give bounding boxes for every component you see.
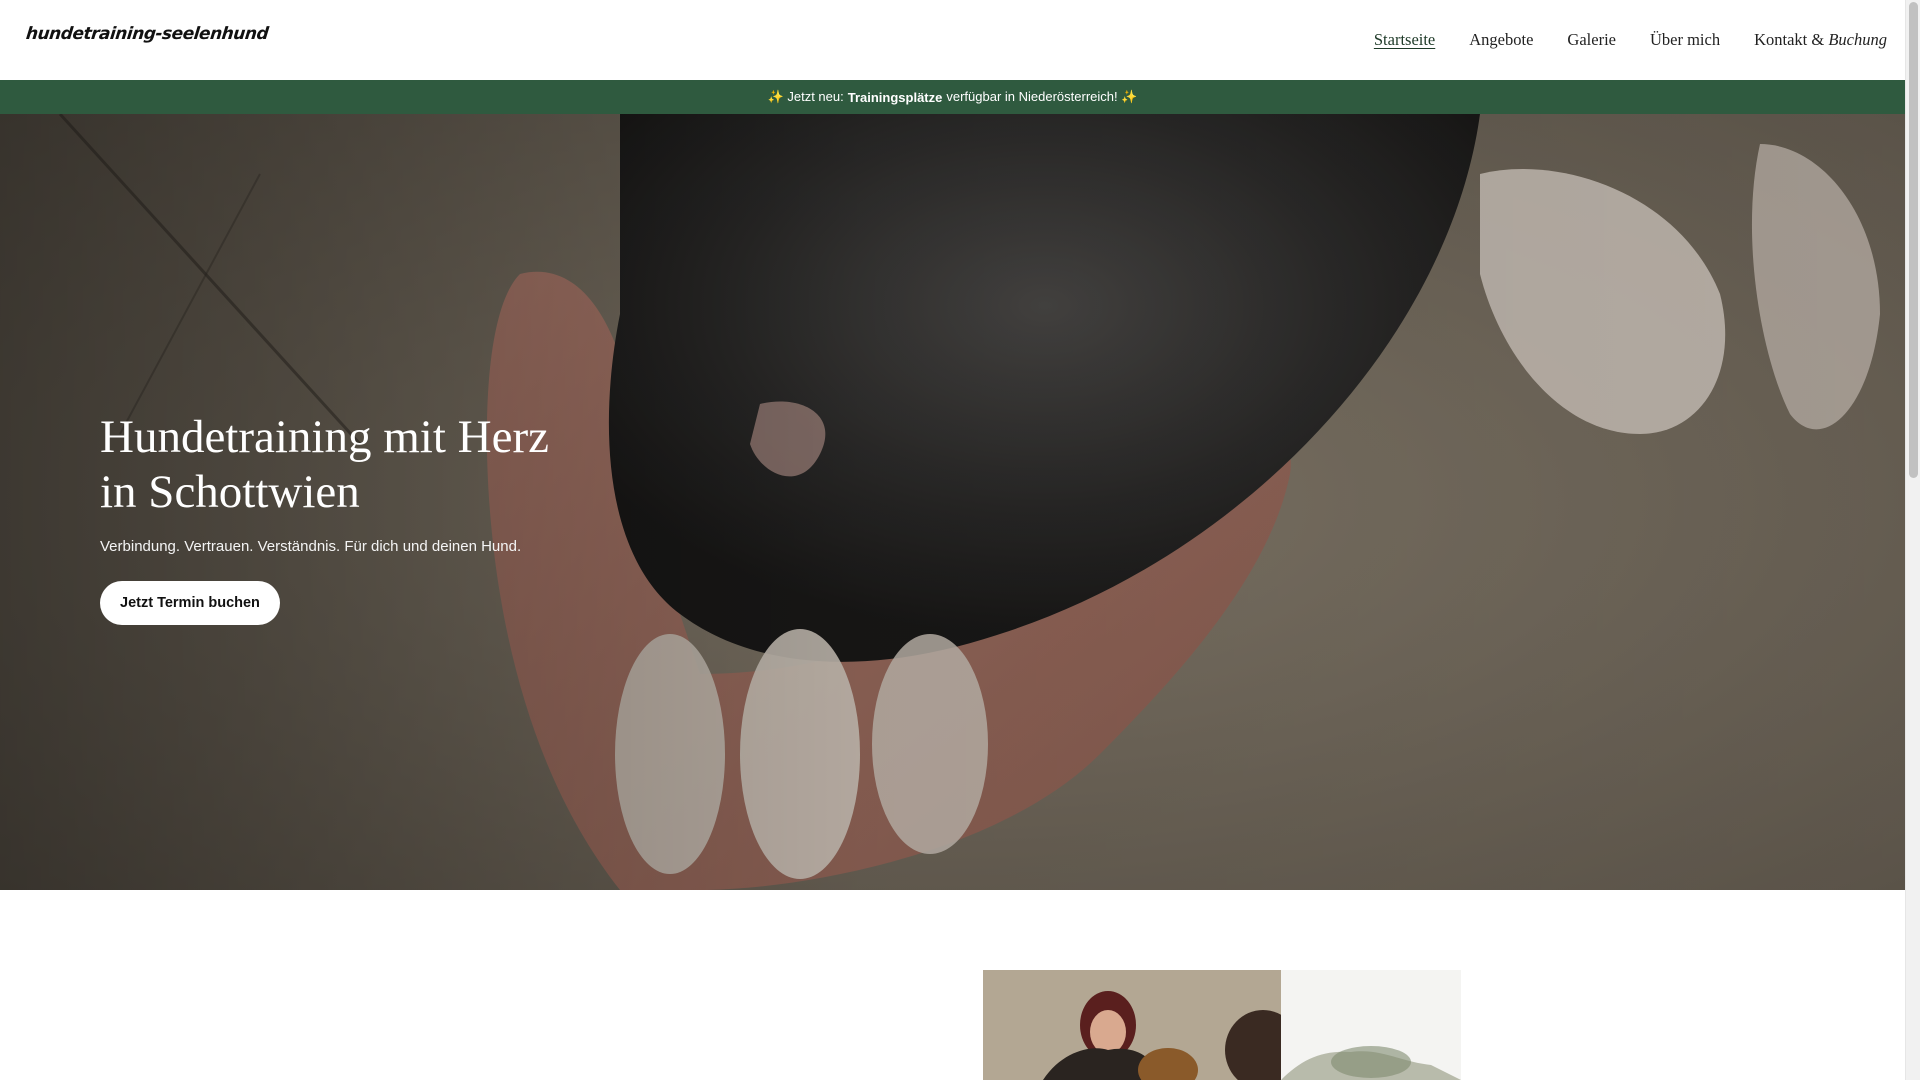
announcement-prefix: ✨ Jetzt neu:	[767, 89, 844, 104]
hero-subtitle: Verbindung. Vertrauen. Verständnis. Für …	[100, 538, 522, 555]
landscape-image	[1281, 970, 1461, 1080]
hero-title-line2: in Schottwien	[100, 466, 360, 518]
hero-content: Hundetraining mit Herz in Schottwien Ver…	[100, 410, 620, 625]
hero-section: Hundetraining mit Herz in Schottwien Ver…	[0, 114, 1905, 890]
site-logo[interactable]: hundetraining-seelenhund	[25, 24, 269, 44]
book-appointment-button[interactable]: Jetzt Termin buchen	[100, 581, 280, 625]
page-scrollbar[interactable]	[1905, 0, 1920, 1080]
nav-link-galerie[interactable]: Galerie	[1567, 30, 1616, 50]
announcement-bar: ✨ Jetzt neu: Trainingsplätze verfügbar i…	[0, 80, 1905, 114]
about-photo-left	[983, 970, 1281, 1080]
scrollbar-thumb[interactable]	[1909, 2, 1918, 478]
announcement-highlight: Trainingsplätze	[847, 89, 943, 105]
nav-link-startseite[interactable]: Startseite	[1374, 30, 1435, 50]
nav-link-angebote[interactable]: Angebote	[1469, 30, 1533, 50]
main-nav: Startseite Angebote Galerie Über mich Ko…	[1374, 0, 1887, 80]
about-section	[0, 890, 1905, 1080]
nav-link-buchung-text: Buchung	[1828, 30, 1887, 49]
nav-link-ueber-mich[interactable]: Über mich	[1650, 30, 1720, 50]
hero-title: Hundetraining mit Herz in Schottwien	[100, 410, 620, 520]
about-photo-right	[1281, 970, 1461, 1080]
hero-title-line1: Hundetraining mit Herz	[100, 411, 549, 463]
site-header: hundetraining-seelenhund Startseite Ange…	[0, 0, 1905, 80]
announcement-suffix: verfügbar in Niederösterreich! ✨	[946, 89, 1138, 104]
nav-link-kontakt-buchung[interactable]: Kontakt & Buchung	[1754, 30, 1887, 50]
person-with-dogs-image	[983, 970, 1281, 1080]
nav-link-kontakt-text: Kontakt &	[1754, 30, 1829, 49]
